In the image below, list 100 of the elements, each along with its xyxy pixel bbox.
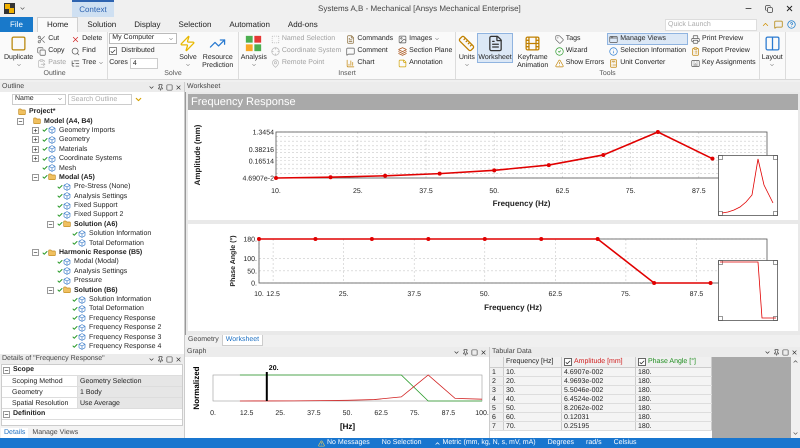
close-icon[interactable] [480,348,487,356]
data-point [652,281,656,285]
layers-icon [398,46,408,56]
ribbon-tab[interactable]: Automation [220,17,279,32]
close-icon[interactable] [175,84,182,90]
close-icon[interactable] [175,356,182,362]
info-icon [609,46,618,56]
dropdown-icon[interactable] [148,356,155,362]
data-point [313,237,318,241]
folder-icon [48,248,56,257]
search-icon [71,46,80,56]
checkbox[interactable] [564,358,572,366]
note-icon [398,58,408,68]
data-point [708,281,713,285]
axis-title: Amplitude (mm) [193,124,202,186]
dropdown-icon[interactable] [764,348,771,356]
expand-toggle[interactable] [32,174,39,181]
folder-icon [63,220,71,228]
map-pin-icon [270,58,280,68]
warning-icon [554,58,564,68]
close-icon[interactable] [791,348,798,356]
bar-chart-icon [346,58,356,68]
pin-icon[interactable] [157,84,164,90]
expand-toggle[interactable] [17,118,24,125]
scrollbar[interactable] [791,357,800,438]
frequency-marker [266,372,268,401]
warning-icon [318,440,325,446]
dropdown-icon[interactable] [19,5,26,12]
pin-icon[interactable] [773,348,780,356]
maximize-icon[interactable] [166,356,173,362]
grid-icon [245,35,262,52]
film-icon [524,35,542,52]
comment-icon[interactable] [774,20,783,29]
axis-title: [Hz] [340,422,356,431]
expand-toggle[interactable] [32,155,39,162]
restore-icon[interactable] [765,4,773,12]
printer-icon [690,34,700,44]
ruler-icon [458,35,476,52]
axis-title: Frequency (Hz) [484,303,542,312]
folder-icon [63,286,71,294]
app-icon[interactable] [4,3,15,14]
data-point [482,237,487,241]
document-icon [486,35,504,52]
checkbox[interactable] [109,47,118,55]
expand-toggle[interactable] [47,220,54,228]
caret-icon[interactable] [434,440,440,446]
clipboard-icon [37,58,46,68]
expand-toggle[interactable] [32,136,39,144]
file-tab[interactable]: File [0,17,33,32]
folder-icon [48,173,56,182]
ribbon-tab[interactable]: Display [125,17,170,32]
ribbon-tab[interactable]: Selection [170,17,220,32]
checkbox[interactable] [638,358,646,366]
document-icon [346,34,356,44]
chart-overview-drawing [718,155,778,216]
expand-toggle[interactable] [32,146,39,153]
caret-icon [168,36,174,42]
caret-icon [57,96,63,102]
comment-icon [346,46,356,56]
check-circle-icon [554,46,564,56]
dropdown-icon[interactable] [453,348,460,356]
maximize-icon[interactable] [782,348,789,356]
window-title: Systems A,B - Mechanical [Ansys Mechanical Enterprise] [318,2,521,14]
square-icon [10,35,28,52]
pin-icon[interactable] [157,356,164,362]
dashed-square-icon [270,34,280,44]
section-toggle[interactable] [3,410,10,418]
close-icon[interactable] [785,4,794,13]
ribbon-tab[interactable]: Home [37,17,78,32]
maximize-icon[interactable] [166,84,173,90]
dropdown-icon[interactable] [148,84,155,90]
ribbon-tab[interactable]: Solution [78,17,126,32]
pin-icon[interactable] [462,348,469,356]
tag-icon [554,34,564,44]
expand-toggle[interactable] [32,249,39,256]
data-point [426,237,430,241]
axis-title: Frequency (Hz) [492,199,550,208]
columns-icon [764,35,781,52]
section-toggle[interactable] [3,366,10,374]
copy-icon [37,46,46,56]
crosshair-icon [270,46,280,56]
check-icon [110,48,116,54]
lightning-icon [179,35,196,52]
image-icon [398,34,408,44]
help-icon[interactable] [787,20,796,29]
axis-title: Normalized [192,366,201,410]
ribbon-tab[interactable]: Add-ons [278,17,327,32]
expand-toggle[interactable] [32,126,39,134]
expand-toggle[interactable] [47,286,54,294]
data-point [257,237,261,241]
tree-icon [71,58,80,68]
scroll-down-icon[interactable] [792,430,799,437]
worksheet-heading: Frequency Response [188,94,798,110]
context-label: Context [72,0,114,17]
folder-icon [33,117,41,126]
scroll-up-icon[interactable] [792,358,799,365]
folder-icon [18,108,26,116]
check-icon [565,358,571,366]
keyboard-icon [690,58,700,68]
maximize-icon[interactable] [471,348,478,356]
